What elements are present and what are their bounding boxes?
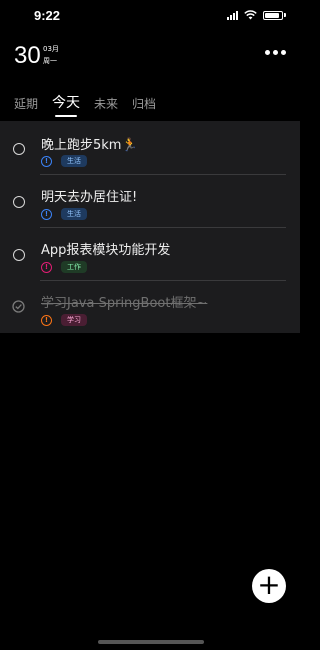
tab-bar: 延期 今天 未来 归档 xyxy=(14,92,156,117)
task-row[interactable]: 明天去办居住证! ! 生活 xyxy=(0,174,300,227)
date-weekday: 周一 xyxy=(43,57,57,65)
status-icons xyxy=(227,10,286,20)
task-list: 晚上跑步5km🏃 ! 生活 明天去办居住证! ! 生活 App报表模块功能开发 … xyxy=(0,121,300,333)
cellular-signal-icon xyxy=(227,10,238,20)
add-task-button[interactable]: + xyxy=(252,569,286,603)
tab-postponed[interactable]: 延期 xyxy=(14,95,38,117)
date-day: 30 xyxy=(14,42,41,69)
home-indicator[interactable] xyxy=(98,640,204,644)
battery-icon xyxy=(263,10,283,20)
task-title: 晚上跑步5km🏃 xyxy=(41,138,138,153)
task-tag: 生活 xyxy=(61,208,87,220)
task-checkbox[interactable] xyxy=(13,249,25,261)
tab-archive[interactable]: 归档 xyxy=(132,95,156,117)
task-checkbox[interactable] xyxy=(13,143,25,155)
task-tag: 工作 xyxy=(61,261,87,273)
task-title: 学习Java SpringBoot框架~ xyxy=(41,296,208,311)
task-tag: 学习 xyxy=(61,314,87,326)
priority-icon: ! xyxy=(41,315,52,326)
status-bar: 9:22 xyxy=(0,0,300,32)
priority-icon: ! xyxy=(41,156,52,167)
date-month: 03月 xyxy=(43,45,59,53)
plus-icon: + xyxy=(257,568,281,601)
completed-check-icon[interactable] xyxy=(12,300,26,314)
tab-today[interactable]: 今天 xyxy=(52,92,80,117)
task-tag: 生活 xyxy=(61,155,87,167)
task-row[interactable]: 学习Java SpringBoot框架~ ! 学习 xyxy=(0,280,300,333)
task-row[interactable]: App报表模块功能开发 ! 工作 xyxy=(0,227,300,280)
priority-icon: ! xyxy=(41,209,52,220)
task-row[interactable]: 晚上跑步5km🏃 ! 生活 xyxy=(0,121,300,174)
wifi-icon xyxy=(244,10,257,20)
task-title: 明天去办居住证! xyxy=(41,190,138,205)
priority-icon: ! xyxy=(41,262,52,273)
status-time: 9:22 xyxy=(34,8,61,23)
tab-future[interactable]: 未来 xyxy=(94,95,118,117)
battery-cap xyxy=(284,13,286,17)
date-header: 30 03月 周一 xyxy=(0,40,300,76)
more-options-icon[interactable] xyxy=(265,50,286,55)
task-checkbox[interactable] xyxy=(13,196,25,208)
task-title: App报表模块功能开发 xyxy=(41,243,171,258)
